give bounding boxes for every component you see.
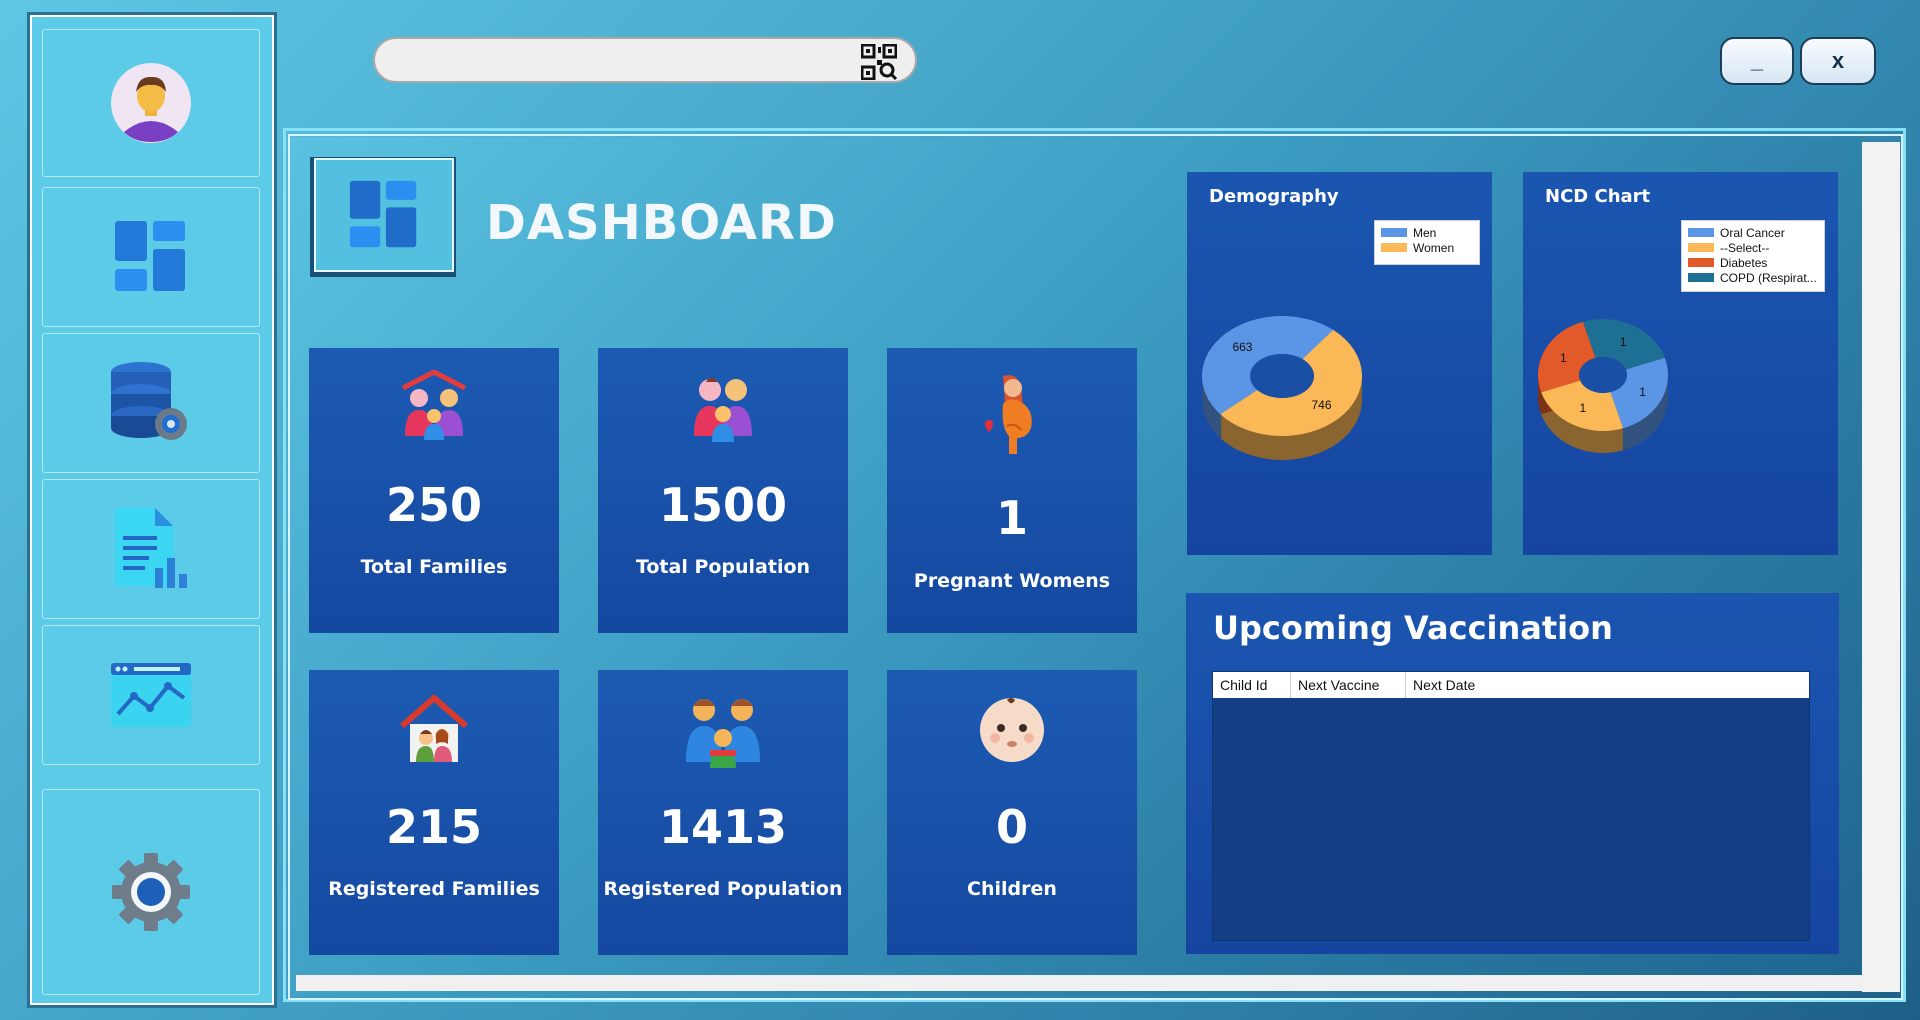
stat-label: Children	[967, 878, 1057, 900]
slice-value-label: 1	[1579, 401, 1586, 415]
sidebar-item-analytics[interactable]	[42, 625, 260, 765]
dashboard-icon	[115, 221, 185, 291]
close-button[interactable]: x	[1800, 37, 1876, 85]
vertical-scrollbar[interactable]	[1862, 142, 1900, 992]
sidebar-item-dashboard[interactable]	[42, 187, 260, 327]
sidebar-item-profile[interactable]	[42, 29, 260, 177]
gear-icon	[112, 853, 190, 931]
dashboard-icon	[349, 180, 417, 248]
minimize-button[interactable]: _	[1720, 37, 1794, 85]
stat-value: 0	[995, 800, 1028, 854]
stat-label: Registered Families	[328, 878, 540, 900]
dashboard-logo	[314, 158, 454, 272]
family-house-icon	[401, 370, 467, 440]
stat-label: Pregnant Womens	[913, 570, 1111, 592]
stat-label: Total Population	[635, 556, 811, 578]
stat-value: 250	[385, 478, 483, 532]
column-header-next-vaccine[interactable]: Next Vaccine	[1291, 672, 1406, 698]
search-bar	[373, 37, 917, 83]
slice-value-label: 1	[1620, 335, 1627, 349]
upcoming-vaccination-panel: Upcoming Vaccination Child Id Next Vacci…	[1186, 593, 1839, 954]
stat-card-registered-families[interactable]: 215 Registered Families	[309, 670, 559, 955]
demography-doughnut-chart: 663 746	[1201, 316, 1362, 460]
column-header-next-date[interactable]: Next Date	[1406, 672, 1809, 698]
user-avatar-icon	[111, 63, 191, 143]
stat-card-children[interactable]: 0 Children	[887, 670, 1137, 955]
slice-value-label: 746	[1312, 398, 1332, 412]
report-document-icon	[115, 508, 187, 588]
column-header-child-id[interactable]: Child Id	[1213, 672, 1291, 698]
demography-chart-panel: Demography Men Women 663 746	[1187, 172, 1492, 555]
stat-card-total-families[interactable]: 250 Total Families	[309, 348, 559, 633]
stat-value: 215	[385, 800, 483, 854]
page-title: DASHBOARD	[486, 195, 837, 251]
sidebar-item-reports[interactable]	[42, 479, 260, 619]
sidebar-item-database[interactable]	[42, 333, 260, 473]
vaccination-table[interactable]: Child Id Next Vaccine Next Date	[1212, 671, 1810, 941]
stat-label: Registered Population	[603, 878, 843, 900]
database-settings-icon	[111, 362, 187, 440]
home-family-icon	[400, 694, 468, 762]
sidebar	[30, 15, 274, 1005]
stat-value: 1413	[658, 800, 788, 854]
stat-card-pregnant-womens[interactable]: 1 Pregnant Womens	[887, 348, 1137, 633]
doughnut-hole	[1250, 354, 1314, 398]
analytics-window-icon	[111, 663, 191, 727]
table-header: Child Id Next Vaccine Next Date	[1213, 672, 1809, 698]
stat-value: 1	[995, 491, 1028, 545]
search-input[interactable]	[393, 47, 837, 75]
slice-value-label: 1	[1560, 351, 1567, 365]
stat-card-total-population[interactable]: 1500 Total Population	[598, 348, 848, 633]
ncd-doughnut-chart: 1 1 1 1	[1538, 319, 1668, 453]
horizontal-scrollbar[interactable]	[296, 975, 1862, 991]
family-icon	[694, 378, 752, 442]
family-group-icon	[686, 699, 760, 768]
slice-value-label: 663	[1232, 340, 1252, 354]
baby-face-icon	[980, 698, 1044, 762]
stat-label: Total Families	[360, 556, 508, 578]
ncd-chart-panel: NCD Chart Oral Cancer --Select-- Diabete…	[1523, 172, 1838, 555]
sidebar-item-settings[interactable]	[42, 789, 260, 995]
stat-card-registered-population[interactable]: 1413 Registered Population	[598, 670, 848, 955]
slice-value-label: 1	[1639, 385, 1646, 399]
pregnant-woman-icon	[985, 375, 1032, 454]
stat-value: 1500	[658, 478, 788, 532]
doughnut-hole	[1579, 357, 1627, 393]
qr-scan-icon[interactable]	[861, 44, 897, 80]
vaccination-title: Upcoming Vaccination	[1213, 609, 1613, 647]
